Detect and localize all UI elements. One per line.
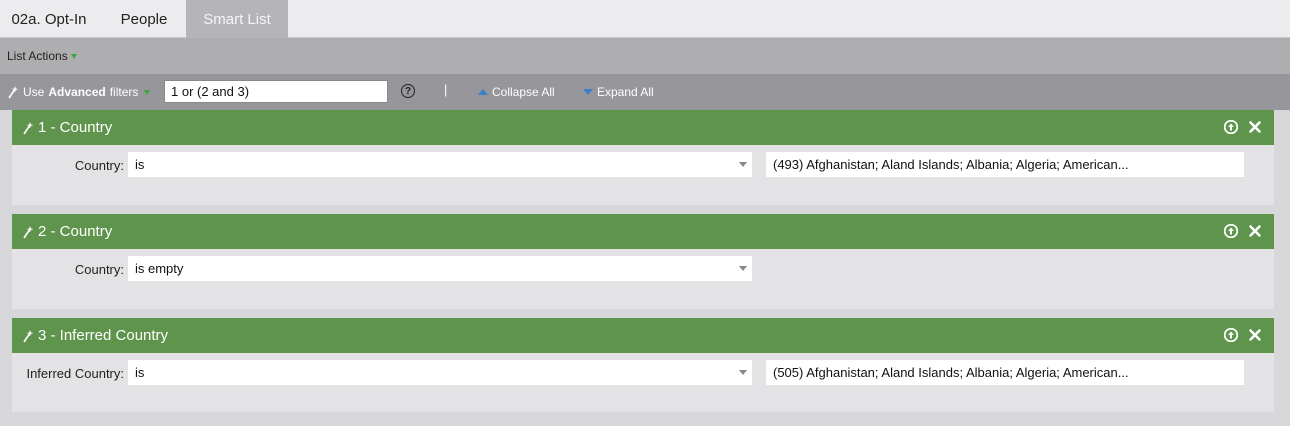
operator-value: is empty (135, 261, 184, 276)
operator-value: is (135, 365, 145, 380)
scrollbar-track[interactable] (1274, 110, 1290, 426)
collapse-up-icon (478, 89, 488, 95)
move-up-icon[interactable] (1224, 328, 1238, 342)
chevron-down-icon (739, 266, 747, 271)
dropdown-arrow-icon (144, 89, 151, 95)
filter-card-2: 2 - Country Country: is empty (12, 214, 1274, 309)
operator-select[interactable]: is empty (128, 256, 752, 281)
tab-people[interactable]: People (102, 0, 186, 38)
filter-card-3: 3 - Inferred Country Inferred Country: i… (12, 318, 1274, 412)
dropdown-arrow-icon (70, 53, 77, 59)
toolbar-separator: | (444, 82, 448, 97)
filter-title: 3 - Inferred Country (38, 327, 169, 344)
filter-header[interactable]: 3 - Inferred Country (12, 318, 1274, 353)
use-label: Use (23, 85, 45, 99)
filters-label: filters (109, 85, 139, 99)
filter-card-1: 1 - Country Country: is (493) Afghanista… (12, 110, 1274, 205)
help-icon[interactable]: ? (401, 84, 415, 98)
move-up-icon[interactable] (1224, 120, 1238, 134)
operator-value: is (135, 157, 145, 172)
operator-select[interactable]: is (128, 360, 752, 385)
tab-bar: 02a. Opt-In People Smart List (0, 0, 1290, 38)
expand-all-button[interactable]: Expand All (583, 74, 654, 110)
advanced-filters-toggle[interactable]: Use Advanced filters (7, 74, 151, 110)
wand-icon (23, 121, 34, 134)
close-icon[interactable] (1248, 120, 1262, 134)
tab-opt-in[interactable]: 02a. Opt-In (0, 0, 98, 38)
move-up-icon[interactable] (1224, 224, 1238, 238)
filter-title: 2 - Country (38, 223, 113, 240)
list-actions-bar: List Actions (0, 38, 1290, 74)
operator-select[interactable]: is (128, 152, 752, 177)
close-icon[interactable] (1248, 224, 1262, 238)
filter-logic-input[interactable] (164, 80, 388, 103)
wand-icon (8, 86, 19, 99)
values-field[interactable]: (505) Afghanistan; Aland Islands; Albani… (766, 360, 1244, 385)
field-label: Inferred Country: (26, 366, 124, 381)
chevron-down-icon (739, 162, 747, 167)
wand-icon (23, 329, 34, 342)
filter-header[interactable]: 2 - Country (12, 214, 1274, 249)
advanced-label: Advanced (48, 85, 106, 99)
filter-header[interactable]: 1 - Country (12, 110, 1274, 145)
close-icon[interactable] (1248, 328, 1262, 342)
field-label: Country: (74, 262, 124, 277)
chevron-down-icon (739, 370, 747, 375)
values-field[interactable]: (493) Afghanistan; Aland Islands; Albani… (766, 152, 1244, 177)
collapse-all-label: Collapse All (492, 85, 555, 99)
list-actions-label: List Actions (7, 49, 68, 63)
collapse-all-button[interactable]: Collapse All (478, 74, 555, 110)
list-actions-menu[interactable]: List Actions (7, 38, 77, 74)
expand-all-label: Expand All (597, 85, 654, 99)
expand-down-icon (583, 89, 593, 95)
tab-smart-list[interactable]: Smart List (186, 0, 288, 38)
filter-title: 1 - Country (38, 119, 113, 136)
wand-icon (23, 225, 34, 238)
field-label: Country: (74, 158, 124, 173)
